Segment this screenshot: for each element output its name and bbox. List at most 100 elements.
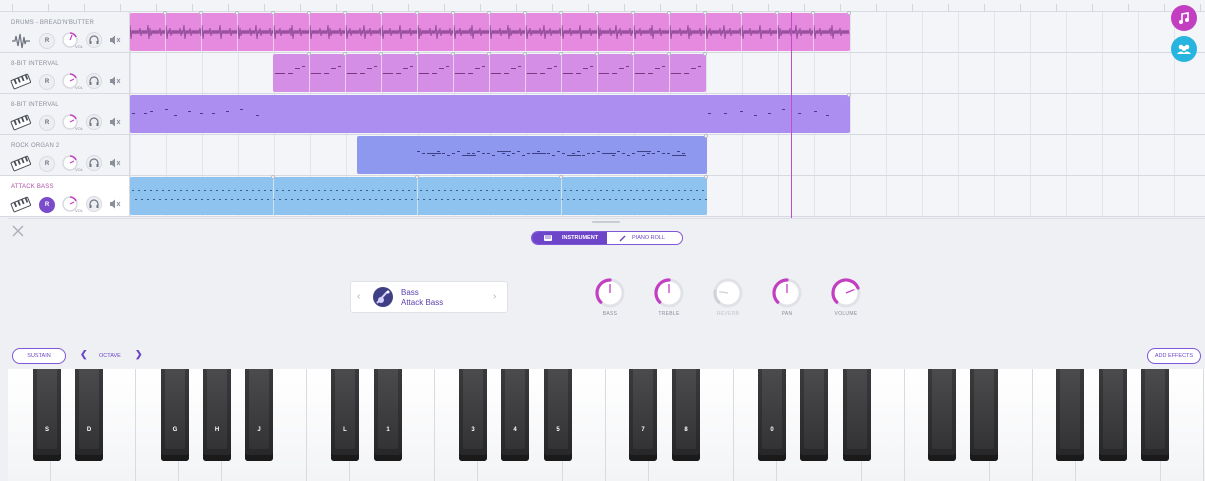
volume-knob[interactable] (829, 276, 863, 310)
bass-knob[interactable] (593, 276, 627, 310)
clip-end-handle[interactable] (704, 134, 708, 138)
track-lane[interactable] (130, 134, 1205, 175)
tab-piano-roll[interactable]: PIANO ROLL (607, 232, 682, 244)
black-key[interactable] (1056, 369, 1084, 461)
black-key[interactable] (1141, 369, 1169, 461)
mute-speaker-icon[interactable] (109, 34, 121, 46)
black-key[interactable]: S (33, 369, 61, 461)
record-arm-button[interactable]: R (39, 33, 55, 49)
clip-node[interactable] (451, 11, 455, 15)
solo-headphones-button[interactable] (86, 32, 102, 48)
clip-node[interactable] (667, 52, 671, 56)
black-key[interactable] (970, 369, 998, 461)
clip-end-handle[interactable] (847, 93, 851, 97)
track-lane[interactable] (130, 93, 1205, 134)
clip-node[interactable] (379, 11, 383, 15)
track-name[interactable]: DRUMS - BREAD'N'BUTTER (11, 20, 94, 26)
black-key[interactable]: J (245, 369, 273, 461)
clip-node[interactable] (775, 11, 779, 15)
solo-headphones-button[interactable] (86, 73, 102, 89)
black-key[interactable]: D (75, 369, 103, 461)
black-key[interactable] (843, 369, 871, 461)
clip-node[interactable] (487, 11, 491, 15)
collaborators-button[interactable] (1171, 36, 1197, 62)
clip-node[interactable] (523, 11, 527, 15)
track-header[interactable]: DRUMS - BREAD'N'BUTTER R VOL (0, 12, 130, 52)
track-lane[interactable] (130, 11, 1205, 52)
clip-node[interactable] (595, 52, 599, 56)
record-arm-button[interactable]: R (39, 115, 55, 131)
clip-node[interactable] (487, 52, 491, 56)
black-key[interactable] (800, 369, 828, 461)
black-key[interactable]: 1 (374, 369, 402, 461)
black-key[interactable]: L (331, 369, 359, 461)
instrument-selector[interactable]: ‹ Bass Attack Bass › (350, 281, 508, 313)
audio-clip[interactable] (273, 52, 707, 92)
clip-node[interactable] (559, 175, 563, 179)
playhead[interactable] (791, 12, 792, 218)
black-key[interactable]: 5 (544, 369, 572, 461)
mute-speaker-icon[interactable] (109, 198, 121, 210)
track-name[interactable]: ROCK ORGAN 2 (11, 143, 59, 149)
clip-node[interactable] (595, 11, 599, 15)
black-key[interactable]: 0 (758, 369, 786, 461)
clip-end-handle[interactable] (847, 11, 851, 15)
black-key[interactable]: H (203, 369, 231, 461)
black-key[interactable]: 3 (459, 369, 487, 461)
clip-node[interactable] (271, 11, 275, 15)
clip-node[interactable] (667, 11, 671, 15)
mute-speaker-icon[interactable] (109, 116, 121, 128)
music-library-button[interactable] (1171, 5, 1197, 31)
audio-clip[interactable] (130, 175, 708, 215)
clip-node[interactable] (631, 11, 635, 15)
clip-node[interactable] (811, 11, 815, 15)
clip-node[interactable] (199, 11, 203, 15)
track-name[interactable]: 8-BIT INTERVAL (11, 61, 59, 67)
black-key[interactable]: 8 (672, 369, 700, 461)
close-icon[interactable] (12, 225, 24, 237)
record-arm-button[interactable]: R (39, 197, 55, 213)
clip-node[interactable] (415, 175, 419, 179)
reverb-knob[interactable] (711, 276, 745, 310)
clip-node[interactable] (523, 52, 527, 56)
track-header[interactable]: ATTACK BASS R VOL (0, 176, 130, 216)
black-key[interactable]: G (161, 369, 189, 461)
track-lane[interactable] (130, 175, 1205, 216)
track-header[interactable]: 8-BIT INTERVAL R VOL (0, 53, 130, 93)
solo-headphones-button[interactable] (86, 155, 102, 171)
pan-knob[interactable] (770, 276, 804, 310)
octave-up-icon[interactable]: ❯ (135, 349, 143, 360)
audio-clip[interactable] (357, 134, 708, 174)
clip-node[interactable] (307, 52, 311, 56)
clip-end-handle[interactable] (704, 175, 708, 179)
clip-node[interactable] (451, 52, 455, 56)
panel-drag-handle[interactable] (592, 221, 620, 223)
mute-speaker-icon[interactable] (109, 157, 121, 169)
clip-node[interactable] (343, 52, 347, 56)
black-key[interactable] (928, 369, 956, 461)
track-name[interactable]: 8-BIT INTERVAL (11, 102, 59, 108)
track-header[interactable]: ROCK ORGAN 2 R VOL (0, 135, 130, 175)
clip-node[interactable] (415, 52, 419, 56)
clip-node[interactable] (703, 11, 707, 15)
audio-clip[interactable] (130, 93, 851, 133)
sustain-button[interactable]: SUSTAIN (12, 348, 66, 364)
mute-speaker-icon[interactable] (109, 75, 121, 87)
solo-headphones-button[interactable] (86, 196, 102, 212)
clip-node[interactable] (415, 11, 419, 15)
treble-knob[interactable] (652, 276, 686, 310)
tab-instrument[interactable]: INSTRUMENT (532, 232, 607, 244)
chevron-right-icon[interactable]: › (493, 291, 496, 302)
record-arm-button[interactable]: R (39, 74, 55, 90)
octave-down-icon[interactable]: ❮ (80, 349, 88, 360)
clip-node[interactable] (271, 175, 275, 179)
clip-node[interactable] (739, 11, 743, 15)
audio-clip[interactable] (130, 11, 851, 51)
solo-headphones-button[interactable] (86, 114, 102, 130)
black-key[interactable]: 7 (629, 369, 657, 461)
record-arm-button[interactable]: R (39, 156, 55, 172)
clip-node[interactable] (631, 52, 635, 56)
black-key[interactable] (1099, 369, 1127, 461)
clip-node[interactable] (343, 11, 347, 15)
clip-node[interactable] (559, 52, 563, 56)
